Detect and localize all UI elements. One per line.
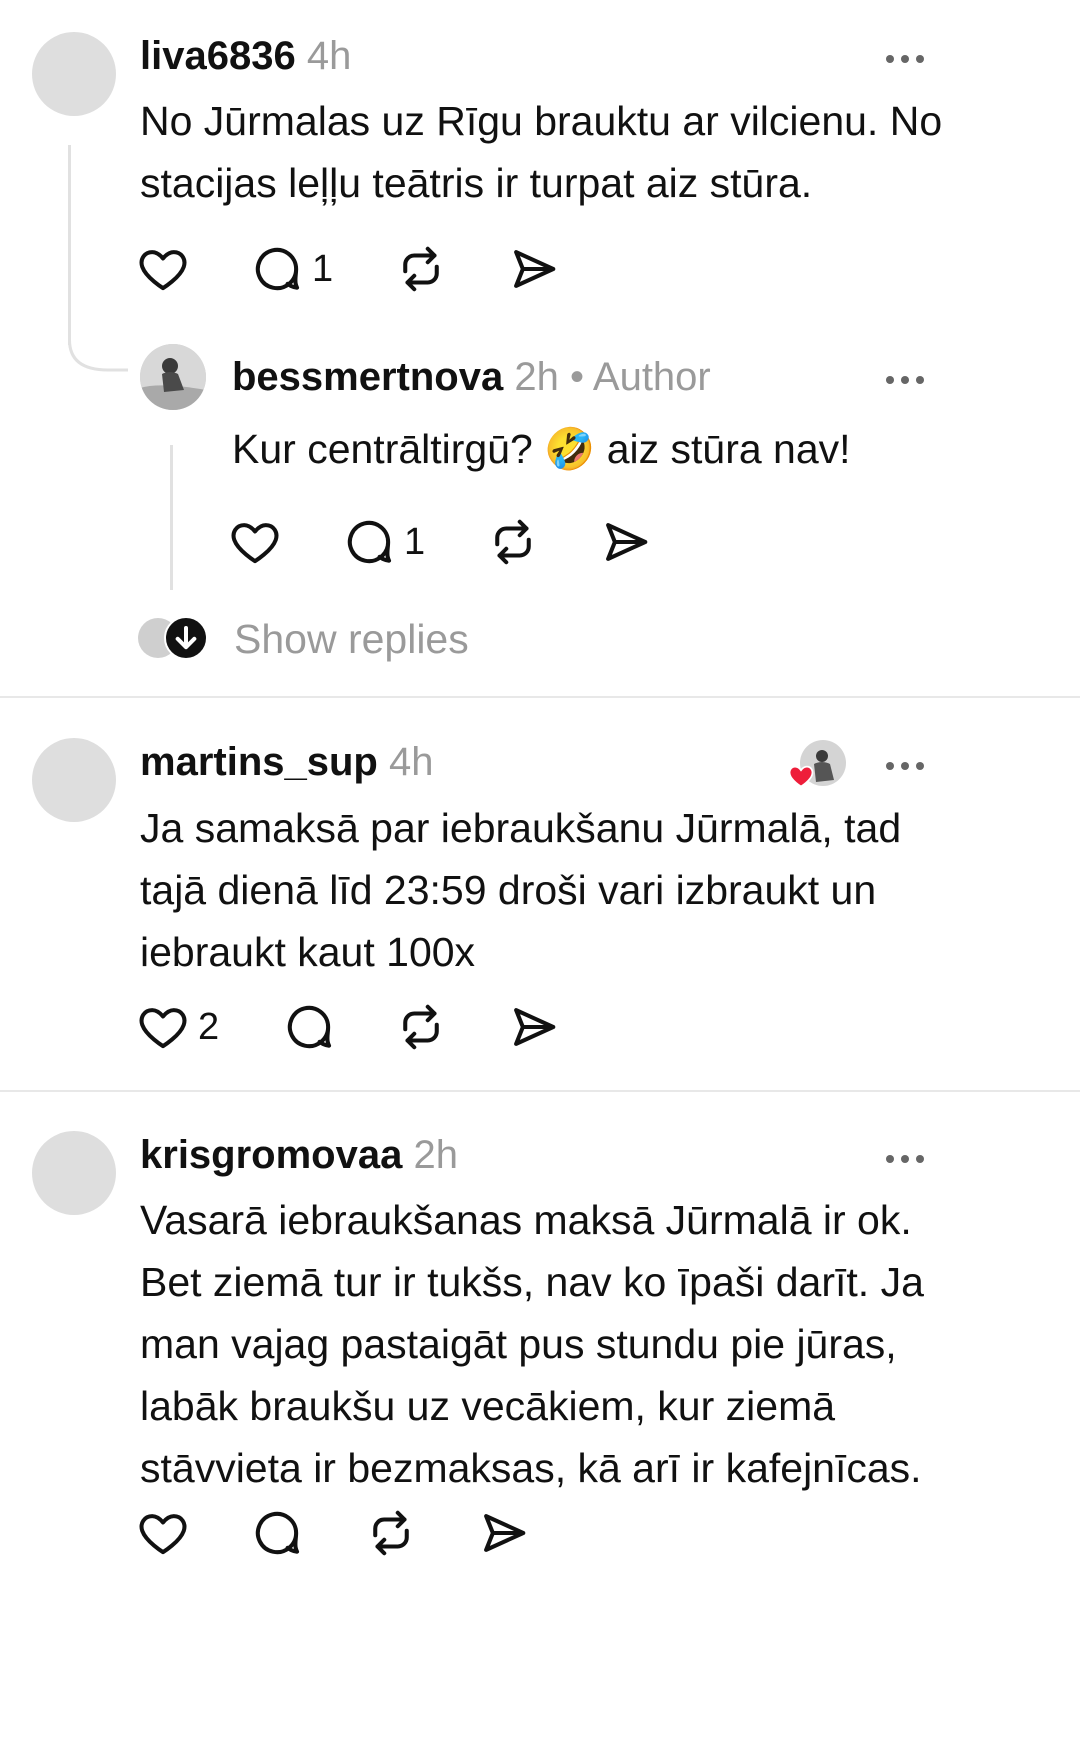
username[interactable]: bessmertnova [232, 355, 503, 399]
comment-text: Ja samaksā par iebraukšanu Jūrmalā, tad … [140, 797, 1040, 983]
thread-connector [68, 300, 128, 372]
comment-text-line: man vajag pastaigāt pus stundu pie jūras… [140, 1321, 897, 1367]
comment-text-line: Ja samaksā par iebraukšanu Jūrmalā, tad [140, 805, 902, 851]
send-icon [606, 523, 648, 561]
like-button[interactable] [136, 1506, 190, 1560]
comment-text-line: stacijas leļļu teātris ir turpat aiz stū… [140, 160, 813, 206]
comment-header: liva6836 4h [140, 34, 351, 79]
more-icon[interactable] [886, 1150, 934, 1166]
heart-badge-icon [788, 765, 814, 788]
repost-icon [403, 1004, 439, 1050]
repost-icon [403, 246, 439, 292]
reply-avatar[interactable] [140, 344, 206, 410]
username[interactable]: liva6836 [140, 34, 296, 78]
like-button[interactable]: 2 [136, 1000, 219, 1054]
send-icon [484, 1514, 526, 1552]
comment-icon [255, 247, 300, 291]
author-badge: • Author [569, 355, 711, 399]
more-icon[interactable] [886, 757, 934, 773]
divider [0, 696, 1080, 698]
comment-text-line: No Jūrmalas uz Rīgu brauktu ar vilcienu.… [140, 98, 943, 144]
reply-header: bessmertnova 2h • Author [232, 355, 711, 400]
repost-button[interactable] [486, 515, 540, 569]
show-replies-label: Show replies [234, 615, 469, 662]
comment-text-line: Vasarā iebraukšanas maksā Jūrmalā ir ok. [140, 1197, 912, 1243]
reply-count: 1 [312, 247, 334, 290]
repost-button[interactable] [394, 242, 448, 296]
comment-text-line: Bet ziemā tur ir tukšs, nav ko īpaši dar… [140, 1259, 924, 1305]
share-button[interactable] [506, 242, 560, 296]
comment-icon [287, 1005, 332, 1049]
share-button[interactable] [598, 515, 652, 569]
thread-line [170, 445, 173, 590]
share-button[interactable] [506, 1000, 560, 1054]
more-icon[interactable] [886, 371, 934, 387]
like-count: 2 [198, 1005, 220, 1048]
timestamp: 2h [413, 1133, 458, 1177]
reply-text-part: aiz stūra nav! [606, 426, 851, 472]
send-icon [514, 1008, 556, 1046]
share-button[interactable] [476, 1506, 530, 1560]
reply-text: Kur centrāltirgū? 🤣 aiz stūra nav! [232, 418, 1032, 480]
avatar[interactable] [32, 32, 116, 116]
username[interactable]: krisgromovaa [140, 1133, 402, 1177]
timestamp: 4h [388, 740, 434, 784]
reply-count: 1 [404, 520, 426, 563]
heart-icon [231, 523, 279, 564]
comment-button[interactable]: 1 [250, 242, 333, 296]
replier-avatar [138, 614, 208, 664]
repost-button[interactable] [364, 1506, 418, 1560]
heart-icon [139, 250, 187, 291]
divider [0, 1090, 1080, 1092]
comment-text-line: stāvvieta ir bezmaksas, kā arī ir kafejn… [140, 1445, 922, 1491]
like-button[interactable] [228, 515, 282, 569]
repost-icon [495, 519, 531, 565]
comment-icon [347, 520, 392, 564]
send-icon [514, 250, 556, 288]
comment-button[interactable] [282, 1000, 336, 1054]
comment-button[interactable]: 1 [342, 515, 425, 569]
repost-button[interactable] [394, 1000, 448, 1054]
heart-icon [139, 1008, 187, 1049]
comment-text: Vasarā iebraukšanas maksā Jūrmalā ir ok.… [140, 1189, 1060, 1499]
emoji: 🤣 [544, 425, 596, 473]
timestamp: 2h [514, 355, 559, 399]
avatar[interactable] [32, 1131, 116, 1215]
arrow-down-icon [164, 616, 208, 660]
heart-icon [139, 1514, 187, 1555]
comment-header: martins_sup 4h [140, 740, 433, 785]
comment-text-line: tajā dienā līd 23:59 droši vari izbraukt… [140, 867, 877, 913]
timestamp: 4h [306, 34, 352, 78]
reply-text-part: Kur centrāltirgū? [232, 426, 533, 472]
comment-text-line: labāk braukšu uz vecākiem, kur ziemā [140, 1383, 836, 1429]
comment-icon [255, 1511, 300, 1555]
profile-photo [140, 344, 206, 410]
comment-button[interactable] [250, 1506, 304, 1560]
comment-header: krisgromovaa 2h [140, 1133, 458, 1178]
show-replies-button[interactable]: Show replies [138, 614, 469, 664]
repost-icon [373, 1510, 409, 1556]
more-icon[interactable] [886, 50, 934, 66]
comment-text: No Jūrmalas uz Rīgu brauktu ar vilcienu.… [140, 90, 1040, 214]
avatar[interactable] [32, 738, 116, 822]
comment-text-line: iebraukt kaut 100x [140, 929, 476, 975]
like-button[interactable] [136, 242, 190, 296]
username[interactable]: martins_sup [140, 740, 378, 784]
